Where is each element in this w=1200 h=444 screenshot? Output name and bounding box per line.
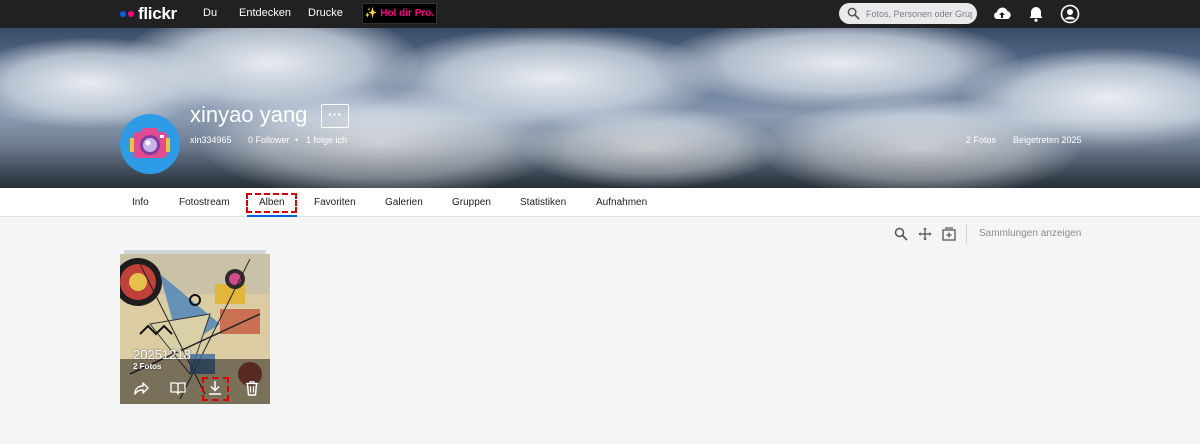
tab-gruppen[interactable]: Gruppen	[452, 197, 491, 208]
show-collections-link[interactable]: Sammlungen anzeigen	[979, 228, 1081, 239]
cover-shade	[0, 118, 1200, 188]
profile-name: xinyao yang	[190, 102, 308, 127]
nav-link-drucke[interactable]: Drucke	[308, 7, 343, 19]
nav-link-entdecken[interactable]: Entdecken	[239, 7, 291, 19]
cover-photo	[0, 28, 1200, 188]
search-input[interactable]	[866, 6, 972, 21]
active-tab-underline	[247, 215, 297, 217]
tab-favoriten[interactable]: Favoriten	[314, 197, 356, 208]
share-icon[interactable]	[133, 380, 149, 396]
logo-wordmark: flickr	[138, 4, 177, 23]
following-count[interactable]: 1 folge ich	[306, 135, 347, 145]
joined-date: Beigetreten 2025	[1013, 135, 1082, 145]
avatar[interactable]	[120, 114, 180, 174]
profile-tabs: Info Fotostream Alben Favoriten Galerien…	[0, 188, 1200, 217]
toolbar-divider	[966, 224, 967, 244]
profile-handle: xin334965	[190, 135, 232, 145]
get-pro-label: Hol dir Pro.	[380, 8, 435, 19]
search-icon	[847, 7, 860, 20]
arrange-icon[interactable]	[918, 227, 932, 241]
album-photo-count: 2 Fotos	[133, 362, 162, 371]
more-options-button[interactable]: ···	[321, 104, 349, 128]
tab-galerien[interactable]: Galerien	[385, 197, 423, 208]
logo-blue-dot	[120, 11, 126, 17]
followers-count[interactable]: 0 Follower	[248, 135, 290, 145]
tab-aufnahmen[interactable]: Aufnahmen	[596, 197, 647, 208]
tab-statistiken[interactable]: Statistiken	[520, 197, 566, 208]
search-box[interactable]	[839, 3, 977, 24]
nav-link-du[interactable]: Du	[203, 7, 217, 19]
trash-icon[interactable]	[244, 380, 260, 396]
photo-count: 2 Fotos	[966, 135, 997, 145]
create-album-icon[interactable]	[942, 227, 956, 241]
top-navigation-bar: flickr Du Entdecken Drucke ✨ Hol dir Pro…	[0, 0, 1200, 28]
logo-pink-dot	[128, 11, 134, 17]
get-pro-button[interactable]: ✨ Hol dir Pro.	[362, 3, 437, 24]
tab-fotostream[interactable]: Fotostream	[179, 197, 230, 208]
book-icon[interactable]	[170, 380, 186, 396]
search-icon[interactable]	[894, 227, 908, 241]
meta-separator: •	[295, 135, 299, 145]
download-highlight	[202, 377, 229, 401]
tab-info[interactable]: Info	[132, 197, 149, 208]
upload-cloud-icon[interactable]	[992, 4, 1012, 24]
active-tab-highlight	[246, 193, 297, 213]
camera-avatar-icon	[130, 128, 170, 158]
sparkle-icon: ✨	[364, 8, 378, 19]
flickr-logo[interactable]: flickr	[120, 4, 177, 23]
bell-icon[interactable]	[1026, 4, 1046, 24]
user-account-icon[interactable]	[1060, 4, 1080, 24]
album-title[interactable]: 20251218	[133, 347, 191, 362]
